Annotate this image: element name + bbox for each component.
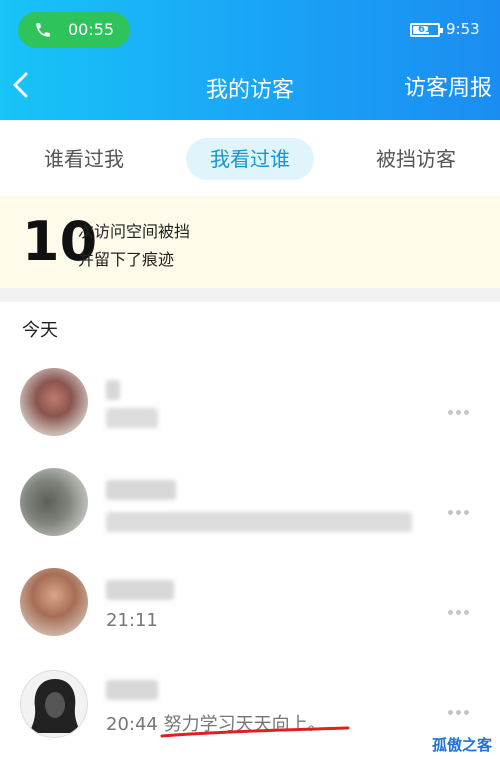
call-time: 00:55 <box>68 20 115 39</box>
tab-bar: 谁看过我 我看过谁 被挡访客 <box>0 120 500 196</box>
tab-who-viewed-me[interactable]: 谁看过我 <box>28 138 140 180</box>
tab-blocked-visitors[interactable]: 被挡访客 <box>360 138 472 180</box>
more-options-icon[interactable] <box>448 400 472 415</box>
avatar[interactable] <box>20 468 88 536</box>
visitor-name-blurred <box>106 580 174 600</box>
section-divider <box>0 288 500 302</box>
visit-list-item[interactable]: 21:11 <box>0 552 500 652</box>
more-options-icon[interactable] <box>448 700 472 715</box>
red-underline-annotation <box>160 726 350 738</box>
more-options-icon[interactable] <box>448 600 472 615</box>
banner-text-line1: 次访问空间被挡 <box>78 222 191 241</box>
visit-list-item[interactable] <box>0 452 500 552</box>
visitor-name-blurred <box>106 680 158 700</box>
battery-icon: 61 <box>410 23 443 37</box>
blocked-visits-banner[interactable]: 10 次访问空间被挡 并留下了痕迹 <box>0 196 500 288</box>
more-options-icon[interactable] <box>448 500 472 515</box>
hooded-figure-icon <box>29 679 81 733</box>
avatar[interactable] <box>20 670 88 738</box>
visitor-name-blurred <box>106 480 176 500</box>
banner-text-line2: 并留下了痕迹 <box>78 250 175 269</box>
visit-list-item[interactable] <box>0 352 500 452</box>
status-clock: 9:53 <box>446 20 480 38</box>
visit-info-blurred <box>106 512 412 532</box>
phone-icon <box>36 23 50 37</box>
avatar[interactable] <box>20 568 88 636</box>
call-status-pill[interactable]: 00:55 <box>18 12 130 48</box>
header: 00:55 61 9:53 我的访客 访客周报 <box>0 0 500 120</box>
battery-level: 61 <box>418 24 432 35</box>
avatar[interactable] <box>20 368 88 436</box>
watermark: 孤傲之客 <box>431 736 492 754</box>
tab-who-i-viewed[interactable]: 我看过谁 <box>186 138 314 180</box>
visit-info-blurred <box>106 408 158 428</box>
visit-time: 21:11 <box>106 610 158 631</box>
section-title-today: 今天 <box>22 320 58 341</box>
visitor-name-blurred <box>106 380 120 400</box>
weekly-report-button[interactable]: 访客周报 <box>404 70 492 102</box>
